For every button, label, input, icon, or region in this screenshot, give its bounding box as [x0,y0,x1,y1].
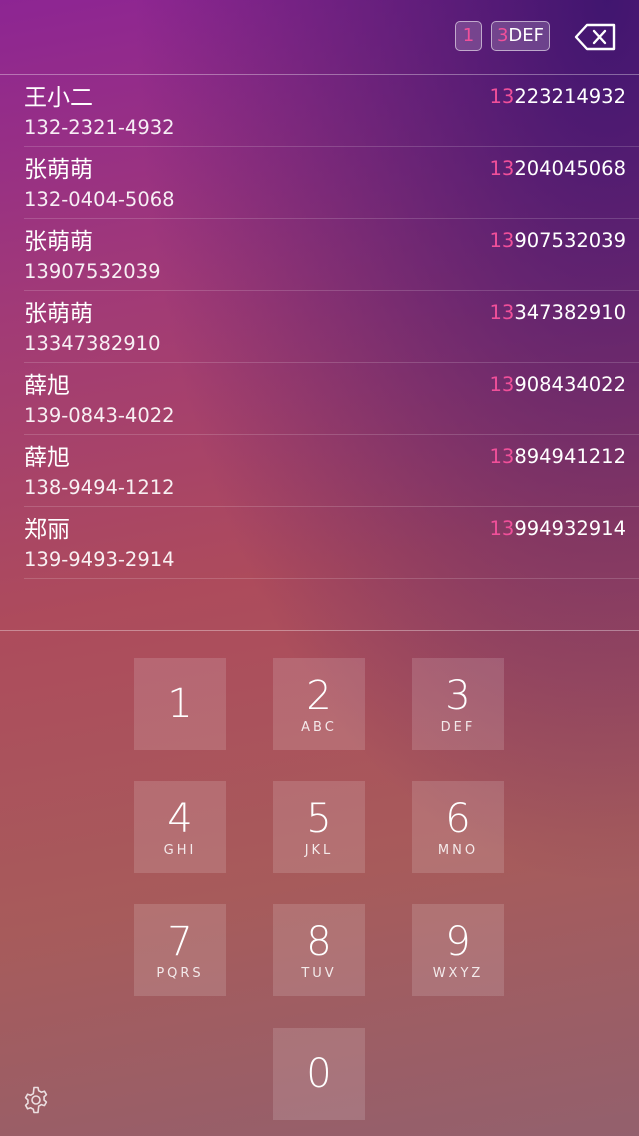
keypad-key-5[interactable]: 5 JKL [273,781,365,873]
contact-name: 郑丽 [24,517,70,543]
input-chip-digit[interactable]: 1 [455,21,482,51]
key-letters: GHI [163,843,197,858]
key-digit: 8 [306,919,332,965]
keypad-key-4[interactable]: 4 GHI [134,781,226,873]
match-rest: 994932914 [514,517,626,540]
contact-match-number: 13908434022 [490,373,627,397]
match-prefix: 13 [489,373,515,396]
key-letters: ABC [301,720,337,735]
contact-phone: 139-9493-2914 [24,548,175,571]
key-digit: 1 [167,681,193,727]
contact-phone: 139-0843-4022 [24,404,175,427]
contact-row[interactable]: 张萌萌 132-0404-5068 13204045068 [24,147,639,219]
match-rest: 204045068 [514,157,626,180]
input-bar: 1 3DEF [0,0,639,75]
keypad-key-0[interactable]: 0 [273,1028,365,1120]
contact-name: 王小二 [24,85,93,111]
contact-match-number: 13223214932 [490,85,627,109]
contact-phone: 13347382910 [24,332,161,355]
keypad-key-3[interactable]: 3 DEF [412,658,504,750]
contact-row[interactable]: 张萌萌 13907532039 13907532039 [24,219,639,291]
contact-match-number: 13347382910 [490,301,627,325]
keypad-key-6[interactable]: 6 MNO [412,781,504,873]
contact-phone: 138-9494-1212 [24,476,175,499]
key-digit: 7 [167,919,193,965]
match-rest: 908434022 [514,373,626,396]
settings-button[interactable] [21,1085,51,1115]
backspace-icon [574,23,616,51]
keypad-divider [0,630,639,631]
contact-match-number: 13907532039 [490,229,627,253]
contact-match-number: 13894941212 [490,445,627,469]
input-chip-letters[interactable]: 3DEF [491,21,550,51]
keypad-key-8[interactable]: 8 TUV [273,904,365,996]
match-prefix: 13 [489,229,515,252]
key-digit: 0 [306,1051,332,1097]
key-letters: TUV [301,966,337,981]
key-letters: DEF [440,720,476,735]
contact-row[interactable]: 王小二 132-2321-4932 13223214932 [24,75,639,147]
match-prefix: 13 [489,301,515,324]
contact-name: 张萌萌 [24,157,93,183]
contact-row[interactable]: 薛旭 138-9494-1212 13894941212 [24,435,639,507]
contact-list: 王小二 132-2321-4932 13223214932 张萌萌 132-04… [0,75,639,579]
contact-name: 张萌萌 [24,301,93,327]
match-rest: 894941212 [514,445,626,468]
contact-name: 薛旭 [24,445,70,471]
match-prefix: 13 [489,445,515,468]
contact-name: 薛旭 [24,373,70,399]
key-digit: 3 [445,673,471,719]
contact-match-number: 13204045068 [490,157,627,181]
contact-phone: 132-2321-4932 [24,116,175,139]
key-digit: 5 [306,796,332,842]
key-letters: JKL [304,843,334,858]
match-prefix: 13 [489,157,515,180]
contact-row[interactable]: 郑丽 139-9493-2914 13994932914 [24,507,639,579]
keypad-key-9[interactable]: 9 WXYZ [412,904,504,996]
contact-name: 张萌萌 [24,229,93,255]
key-letters: WXYZ [432,966,484,981]
match-rest: 907532039 [514,229,626,252]
contact-phone: 132-0404-5068 [24,188,175,211]
input-chip-letters-prefix: 3 [496,25,509,46]
contact-row[interactable]: 薛旭 139-0843-4022 13908434022 [24,363,639,435]
key-digit: 2 [306,673,332,719]
gear-icon [24,1086,48,1114]
input-chip-letters-rest: DEF [508,25,545,46]
contact-phone: 13907532039 [24,260,161,283]
input-chip-digit-text: 1 [462,25,475,46]
key-letters: PQRS [156,966,204,981]
match-rest: 223214932 [514,85,626,108]
key-digit: 9 [445,919,471,965]
key-letters: MNO [437,843,479,858]
keypad-key-7[interactable]: 7 PQRS [134,904,226,996]
contact-row[interactable]: 张萌萌 13347382910 13347382910 [24,291,639,363]
key-digit: 6 [445,796,471,842]
match-prefix: 13 [489,85,515,108]
match-prefix: 13 [489,517,515,540]
keypad-key-1[interactable]: 1 [134,658,226,750]
key-digit: 4 [167,796,193,842]
contact-match-number: 13994932914 [490,517,627,541]
match-rest: 347382910 [514,301,626,324]
backspace-button[interactable] [573,20,619,54]
keypad-key-2[interactable]: 2 ABC [273,658,365,750]
